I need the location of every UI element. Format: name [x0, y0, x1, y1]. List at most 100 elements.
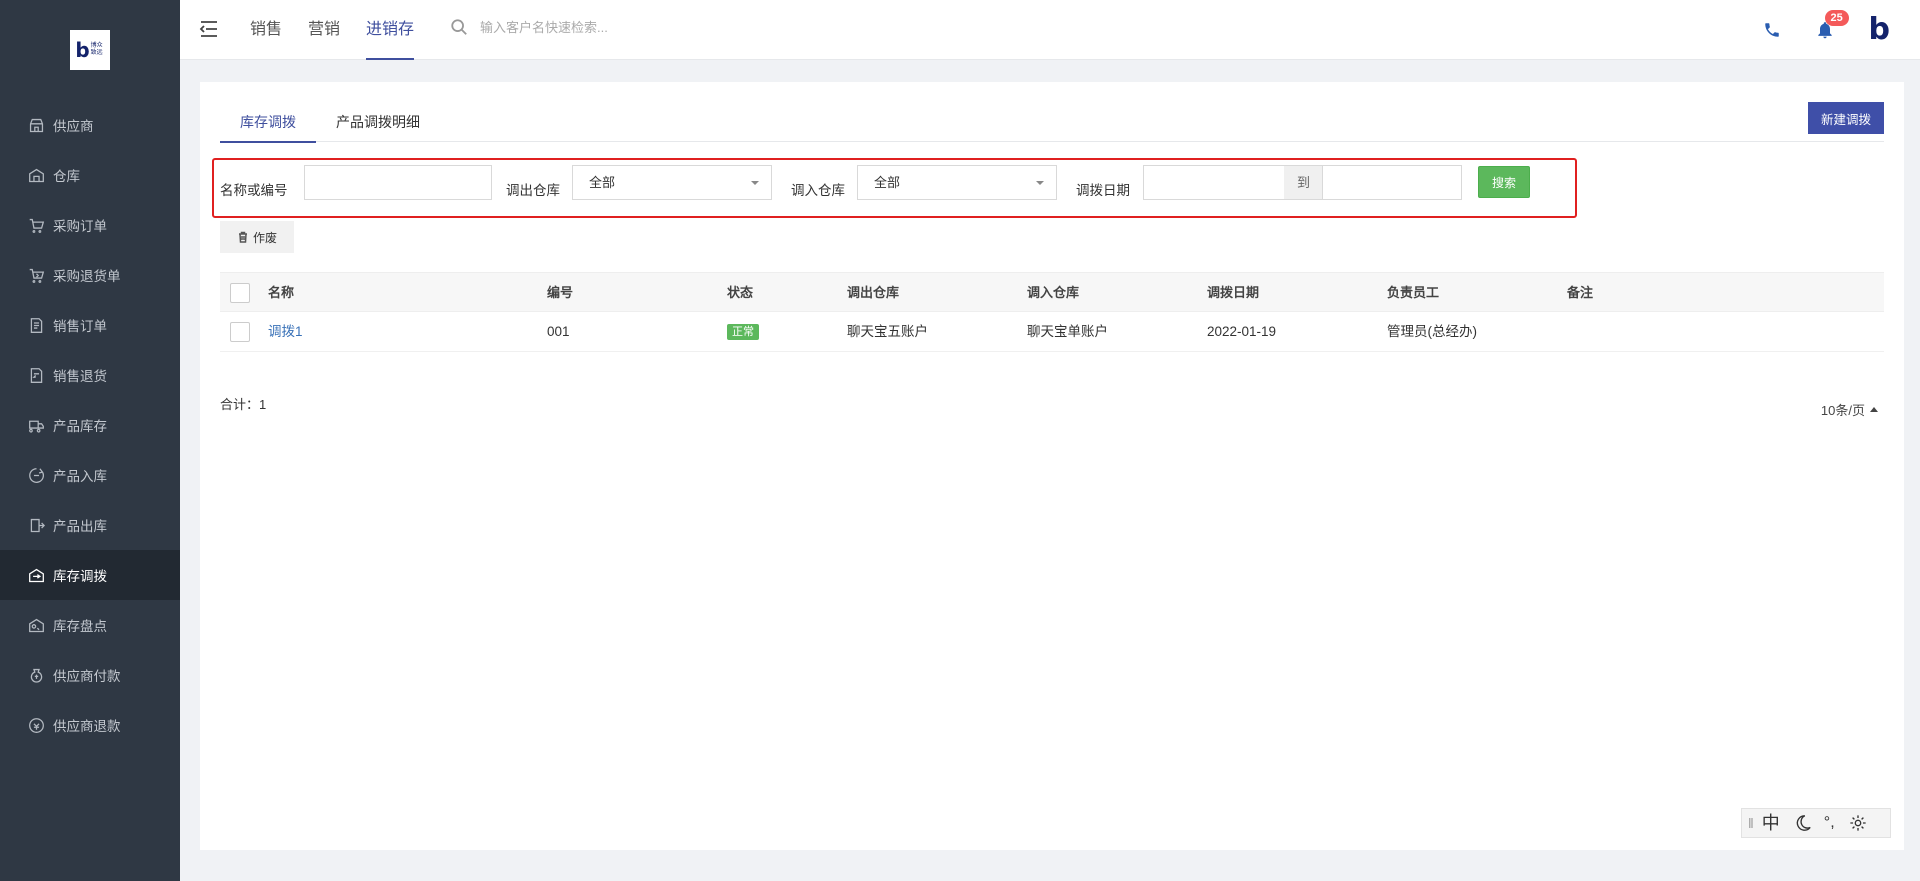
warehouse-icon [29, 168, 44, 182]
gear-icon[interactable] [1849, 814, 1867, 832]
date-end-input[interactable] [1322, 165, 1462, 200]
sidebar-item-label: 采购退货单 [53, 269, 121, 284]
sidebar-item-2[interactable]: 采购订单 [0, 200, 180, 250]
sidebar-item-8[interactable]: 产品出库 [0, 500, 180, 550]
top-tab-sales[interactable]: 销售 [250, 0, 282, 60]
date-start-input[interactable] [1143, 165, 1285, 200]
row-checkbox[interactable] [230, 322, 250, 342]
sidebar-item-label: 产品出库 [53, 519, 107, 534]
sidebar-item-1[interactable]: 仓库 [0, 150, 180, 200]
search-icon [451, 19, 467, 35]
sidebar-item-label: 仓库 [53, 169, 80, 184]
sidebar-item-12[interactable]: 供应商退款 [0, 700, 180, 750]
out-warehouse-value: 全部 [589, 175, 616, 190]
chevron-down-icon [751, 181, 759, 185]
sidebar-item-0[interactable]: 供应商 [0, 100, 180, 150]
search-button[interactable]: 搜索 [1478, 166, 1530, 198]
col-out-warehouse: 调出仓库 [847, 285, 900, 300]
caret-up-icon [1870, 407, 1878, 412]
truck-icon [29, 420, 44, 433]
sidebar-nav: 供应商仓库采购订单采购退货单销售订单销售退货产品库存产品入库产品出库库存调拨库存… [0, 100, 180, 750]
col-name: 名称 [268, 285, 295, 300]
page-size-select[interactable]: 10条/页 [1821, 400, 1878, 419]
sidebar-item-label: 销售订单 [53, 319, 107, 334]
logo-text: 博众致远 [90, 43, 103, 56]
main-card: 库存调拨 产品调拨明细 新建调拨 名称或编号 调出仓库 全部 调入仓库 全部 调… [200, 82, 1904, 850]
sidebar-item-label: 采购订单 [53, 219, 107, 234]
tab-transfer-details[interactable]: 产品调拨明细 [316, 102, 440, 142]
sidebar-item-label: 产品入库 [53, 469, 107, 484]
new-transfer-button[interactable]: 新建调拨 [1807, 102, 1884, 134]
tab-inventory-transfer[interactable]: 库存调拨 [220, 102, 316, 143]
stocktake-icon [29, 618, 44, 632]
row-code: 001 [547, 324, 570, 339]
name-filter-input[interactable] [304, 165, 492, 200]
out-warehouse-select[interactable]: 全部 [572, 165, 772, 200]
sidebar-item-6[interactable]: 产品库存 [0, 400, 180, 450]
row-in-warehouse: 聊天宝单账户 [1027, 324, 1108, 339]
row-name-link[interactable]: 调拨1 [268, 312, 303, 352]
sidebar-item-3[interactable]: 采购退货单 [0, 250, 180, 300]
row-owner: 管理员(总经办) [1387, 324, 1477, 339]
menu-toggle-icon[interactable] [198, 18, 220, 40]
notification-badge: 25 [1824, 10, 1849, 26]
refund-icon [29, 717, 44, 733]
row-date: 2022-01-19 [1207, 324, 1277, 339]
col-in-warehouse: 调入仓库 [1027, 285, 1080, 300]
page-size-value: 10条/页 [1820, 403, 1865, 418]
ime-lang-toggle[interactable]: 中 [1762, 814, 1780, 832]
in-warehouse-select[interactable]: 全部 [857, 165, 1057, 200]
name-filter-label: 名称或编号 [220, 183, 288, 198]
inbound-icon [29, 467, 44, 483]
moon-icon[interactable] [1794, 814, 1812, 832]
transfer-icon [29, 568, 44, 582]
in-warehouse-value: 全部 [874, 175, 901, 190]
sidebar-item-9[interactable]: 库存调拨 [0, 550, 180, 600]
sidebar-item-11[interactable]: 供应商付款 [0, 650, 180, 700]
store-icon [29, 118, 44, 132]
select-all-checkbox[interactable] [230, 283, 250, 303]
top-tabs: 销售 营销 进销存 [250, 0, 440, 60]
status-badge: 正常 [727, 324, 759, 341]
sidebar-item-label: 库存调拨 [53, 569, 107, 584]
notifications[interactable]: 25 [1815, 10, 1849, 40]
document-icon [30, 317, 43, 333]
col-remark: 备注 [1567, 285, 1594, 300]
money-bag-icon [30, 668, 43, 683]
outbound-icon [30, 518, 45, 532]
top-tab-marketing[interactable]: 营销 [308, 0, 340, 60]
sidebar-item-4[interactable]: 销售订单 [0, 300, 180, 350]
date-filter-label: 调拨日期 [1076, 183, 1130, 198]
global-search [450, 18, 780, 36]
sidebar-item-label: 销售退货 [53, 369, 107, 384]
cart-icon [29, 218, 45, 233]
void-button[interactable]: 作废 [220, 221, 294, 253]
ime-punct-toggle[interactable]: °, [1824, 815, 1835, 831]
sidebar-item-5[interactable]: 销售退货 [0, 350, 180, 400]
customer-search-input[interactable] [480, 19, 780, 35]
total-count: 合计：1 [220, 397, 267, 412]
sidebar-item-label: 供应商 [53, 119, 94, 134]
sidebar-item-label: 产品库存 [53, 419, 107, 434]
app-logo[interactable]: b 博众致远 [70, 30, 110, 70]
table-row: 调拨1 001 正常 聊天宝五账户 聊天宝单账户 2022-01-19 管理员(… [220, 312, 1884, 352]
chevron-down-icon [1036, 181, 1044, 185]
table-header: 名称 编号 状态 调出仓库 调入仓库 调拨日期 负责员工 备注 [220, 272, 1884, 312]
transfer-table: 名称 编号 状态 调出仓库 调入仓库 调拨日期 负责员工 备注 调拨1 001 … [220, 272, 1884, 352]
drag-handle-icon[interactable]: ‖ [1748, 816, 1754, 830]
sidebar-item-label: 供应商退款 [53, 719, 121, 734]
col-owner: 负责员工 [1387, 285, 1440, 300]
col-status: 状态 [727, 285, 754, 300]
trash-icon [238, 231, 247, 243]
col-code: 编号 [547, 285, 574, 300]
filter-bar: 名称或编号 调出仓库 全部 调入仓库 全部 调拨日期 到 搜索 [212, 158, 1577, 218]
sidebar-item-label: 供应商付款 [53, 669, 121, 684]
top-tab-inventory[interactable]: 进销存 [366, 0, 415, 60]
phone-icon[interactable] [1763, 21, 1781, 39]
row-out-warehouse: 聊天宝五账户 [847, 324, 928, 339]
header-actions: 25 b [1763, 0, 1890, 60]
sidebar-item-10[interactable]: 库存盘点 [0, 600, 180, 650]
brand-logo-icon[interactable]: b [1869, 15, 1890, 45]
sidebar-item-7[interactable]: 产品入库 [0, 450, 180, 500]
sidebar-item-label: 库存盘点 [53, 619, 107, 634]
